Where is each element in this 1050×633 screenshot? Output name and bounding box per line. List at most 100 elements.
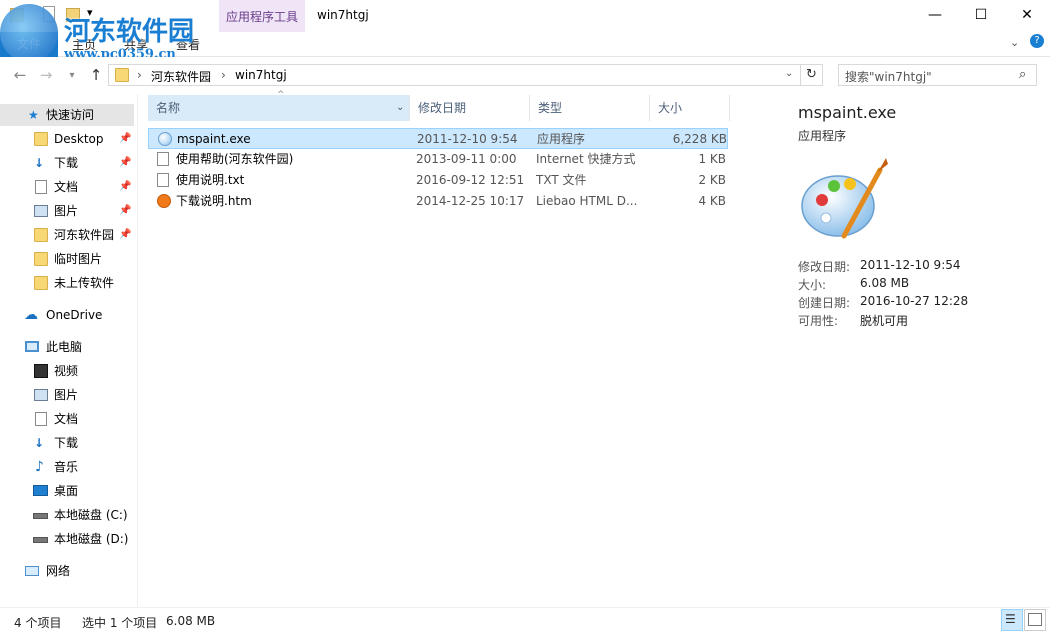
- file-date: 2011-12-10 9:54: [417, 132, 518, 146]
- details-view-button[interactable]: ☰: [1001, 609, 1023, 631]
- address-dropdown-icon[interactable]: ⌄: [785, 68, 793, 79]
- up-icon[interactable]: ↑: [86, 66, 106, 84]
- picture-icon: [34, 389, 48, 401]
- preview-subtitle: 应用程序: [798, 129, 847, 143]
- file-size: 4 KB: [698, 194, 726, 208]
- pin-icon[interactable]: 📌: [119, 128, 131, 150]
- table-row[interactable]: 下载说明.htm 2014-12-25 10:17 Liebao HTML D.…: [148, 191, 728, 212]
- sidebar-item-label: Desktop: [54, 132, 104, 146]
- file-date: 2016-09-12 12:51: [416, 173, 525, 187]
- sidebar-item-label: 未上传软件: [54, 276, 115, 290]
- close-button[interactable]: ✕: [1004, 0, 1050, 30]
- table-row[interactable]: mspaint.exe 2011-12-10 9:54 应用程序 6,228 K…: [148, 128, 728, 149]
- sidebar-item-label: 下载: [54, 436, 79, 450]
- sidebar-item-label: 网络: [46, 564, 71, 578]
- sidebar-item-music[interactable]: ♪ 音乐: [0, 456, 134, 478]
- watermark-logo-icon: [0, 4, 58, 62]
- sidebar-item-this-pc[interactable]: 此电脑: [0, 336, 134, 358]
- download-icon: ↓: [34, 436, 45, 450]
- file-date: 2014-12-25 10:17: [416, 194, 525, 208]
- watermark-text: 河东软件园: [64, 17, 195, 47]
- sidebar-item-pictures[interactable]: 图片 📌: [0, 200, 134, 222]
- help-icon[interactable]: ?: [1030, 34, 1044, 48]
- drive-icon: [33, 513, 48, 519]
- network-icon: [25, 566, 39, 576]
- table-row[interactable]: 使用说明.txt 2016-09-12 12:51 TXT 文件 2 KB: [148, 170, 728, 191]
- table-row[interactable]: 使用帮助(河东软件园) 2013-09-11 0:00 Internet 快捷方…: [148, 149, 728, 170]
- preview-prop-value: 脱机可用: [860, 314, 909, 328]
- minimize-button[interactable]: —: [912, 0, 958, 30]
- column-header-type[interactable]: 类型: [530, 95, 650, 121]
- sidebar-item-quick-access[interactable]: ★ 快速访问: [0, 104, 134, 126]
- search-placeholder: 搜索"win7htgj": [845, 70, 932, 84]
- music-icon: ♪: [35, 459, 44, 475]
- file-date: 2013-09-11 0:00: [416, 152, 517, 166]
- pin-icon[interactable]: 📌: [119, 200, 131, 222]
- maximize-button[interactable]: ☐: [958, 0, 1004, 30]
- search-icon: ⌕: [1019, 67, 1027, 82]
- sidebar-item-unuploaded[interactable]: 未上传软件: [0, 272, 134, 294]
- folder-icon: [115, 68, 129, 82]
- sidebar-item-temp-pictures[interactable]: 临时图片: [0, 248, 134, 270]
- sidebar-item-desktop[interactable]: Desktop 📌: [0, 128, 134, 150]
- column-header-size[interactable]: 大小: [650, 95, 730, 121]
- picture-icon: [34, 205, 48, 217]
- pin-icon[interactable]: 📌: [119, 224, 131, 246]
- search-input[interactable]: 搜索"win7htgj" ⌕: [838, 64, 1037, 86]
- sidebar-item-drive-c[interactable]: 本地磁盘 (C:): [0, 504, 134, 526]
- sidebar-item-pc-pictures[interactable]: 图片: [0, 384, 134, 406]
- address-bar[interactable]: › 河东软件园 › win7htgj ⌄: [108, 64, 801, 86]
- back-icon[interactable]: ←: [10, 66, 30, 84]
- html-file-icon: [157, 194, 171, 208]
- breadcrumb-root[interactable]: 河东软件园: [151, 68, 211, 85]
- sidebar-item-hedong[interactable]: 河东软件园 📌: [0, 224, 134, 246]
- folder-icon: [34, 228, 48, 242]
- status-selected-count: 选中 1 个项目: [82, 616, 158, 630]
- desktop-icon: [33, 485, 48, 496]
- sidebar-item-downloads[interactable]: ↓ 下载 📌: [0, 152, 134, 174]
- column-header-name[interactable]: 名称 ⌄: [148, 95, 410, 121]
- file-name: mspaint.exe: [177, 132, 251, 146]
- sidebar-item-onedrive[interactable]: ☁ OneDrive: [0, 304, 134, 326]
- pin-icon[interactable]: 📌: [119, 176, 131, 198]
- sidebar-item-label: 本地磁盘 (D:): [54, 532, 129, 546]
- refresh-button[interactable]: ↻: [801, 64, 823, 86]
- large-icons-view-button[interactable]: [1024, 609, 1046, 631]
- sidebar-item-label: 快速访问: [46, 108, 95, 122]
- sidebar-item-pc-documents[interactable]: 文档: [0, 408, 134, 430]
- sidebar-item-videos[interactable]: 视频: [0, 360, 134, 382]
- sidebar-item-desktop-pc[interactable]: 桌面: [0, 480, 134, 502]
- recent-dropdown-icon[interactable]: ▾: [62, 70, 82, 81]
- status-item-count: 4 个项目: [14, 616, 62, 630]
- status-selected-size: 6.08 MB: [166, 614, 216, 628]
- file-name: 使用说明.txt: [176, 173, 245, 187]
- file-size: 2 KB: [698, 173, 726, 187]
- column-header-date[interactable]: 修改日期: [410, 95, 530, 121]
- sidebar-item-documents[interactable]: 文档 📌: [0, 176, 134, 198]
- computer-icon: [25, 341, 39, 352]
- sidebar-item-pc-downloads[interactable]: ↓ 下载: [0, 432, 134, 454]
- sidebar-item-label: 图片: [54, 388, 79, 402]
- pin-icon[interactable]: 📌: [119, 152, 131, 174]
- shortcut-icon: [157, 152, 169, 166]
- ribbon-expand-icon[interactable]: ⌄: [1010, 36, 1019, 49]
- sidebar-item-drive-d[interactable]: 本地磁盘 (D:): [0, 528, 134, 550]
- forward-icon[interactable]: →: [36, 66, 56, 84]
- preview-prop-label: 大小:: [798, 278, 827, 292]
- column-dropdown-icon[interactable]: ⌄: [396, 95, 404, 121]
- video-icon: [34, 364, 48, 378]
- folder-icon: [34, 132, 48, 146]
- sidebar-item-label: 视频: [54, 364, 79, 378]
- sidebar-item-label: 下载: [54, 156, 79, 170]
- sidebar-item-network[interactable]: 网络: [0, 560, 134, 582]
- breadcrumb-separator-icon: ›: [221, 68, 226, 82]
- sidebar-item-label: 音乐: [54, 460, 79, 474]
- file-size: 1 KB: [698, 152, 726, 166]
- sidebar-item-label: OneDrive: [46, 308, 103, 322]
- breadcrumb-current[interactable]: win7htgj: [235, 68, 287, 82]
- file-type: TXT 文件: [536, 173, 587, 187]
- column-header-label: 大小: [658, 101, 683, 115]
- column-header-label: 类型: [538, 101, 563, 115]
- text-file-icon: [157, 173, 169, 187]
- file-type: Internet 快捷方式: [536, 152, 636, 166]
